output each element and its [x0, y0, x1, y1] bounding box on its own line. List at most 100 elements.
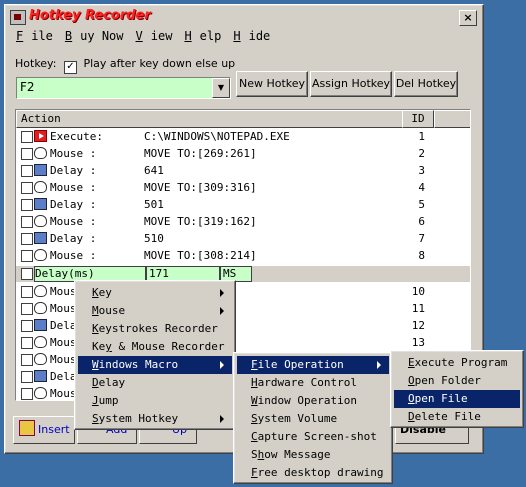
row-id: 6 — [418, 215, 425, 228]
table-row[interactable]: Mouse : MOVE TO:[319:162] 6 — [16, 213, 470, 230]
row-checkbox[interactable] — [21, 268, 33, 280]
row-value: 641 — [144, 164, 164, 177]
menu-buy-now[interactable]: Buy Now — [61, 29, 124, 43]
macro-item-window-operation[interactable]: Window Operation — [237, 392, 389, 410]
menu-help[interactable]: Help — [180, 29, 221, 43]
menu-item-label: Keystrokes Recorder — [92, 322, 218, 335]
context-item-key[interactable]: Key — [78, 284, 232, 302]
hotkey-select[interactable]: F2 ▼ — [16, 77, 231, 99]
table-row[interactable]: Delay : 501 5 — [16, 196, 470, 213]
context-item-windows-macro[interactable]: Windows Macro — [78, 356, 232, 374]
row-value: MOVE TO:[308:214] — [144, 249, 257, 262]
row-id: 13 — [411, 336, 425, 349]
row-checkbox[interactable] — [21, 233, 33, 245]
column-header-action[interactable]: Action — [16, 110, 404, 128]
row-checkbox[interactable] — [21, 165, 33, 177]
app-icon — [10, 10, 26, 25]
context-item-keystrokes-recorder[interactable]: Keystrokes Recorder — [78, 320, 232, 338]
macro-item-capture-screen-shot[interactable]: Capture Screen-shot — [237, 428, 389, 446]
file-operation-submenu: Execute Program Open Folder Open File Delet… — [390, 350, 524, 428]
menu-item-label: Capture Screen-shot — [251, 430, 377, 443]
menu-item-label: System Hotkey — [92, 412, 179, 425]
row-checkbox[interactable] — [21, 250, 33, 262]
context-item-delay[interactable]: Delay — [78, 374, 232, 392]
file-op-item-execute-program[interactable]: Execute Program — [394, 354, 520, 372]
row-checkbox[interactable] — [21, 286, 33, 298]
row-checkbox[interactable] — [21, 199, 33, 211]
chevron-right-icon — [220, 307, 224, 315]
del-hotkey-button[interactable]: Del Hotkey — [394, 71, 458, 97]
macro-item-show-message[interactable]: Show Message — [237, 446, 389, 464]
play-after-checkbox[interactable]: ✓ — [63, 61, 77, 74]
menu-item-label: Hardware Control — [251, 376, 357, 389]
chevron-right-icon — [220, 415, 224, 423]
macro-item-system-volume[interactable]: System Volume — [237, 410, 389, 428]
new-hotkey-button[interactable]: New Hotkey — [236, 71, 308, 97]
assign-hotkey-button[interactable]: Assign Hotkey — [310, 71, 392, 97]
row-id: 5 — [418, 198, 425, 211]
menu-bar: File Buy Now View Help Hide — [8, 29, 278, 47]
chevron-right-icon — [220, 289, 224, 297]
file-op-item-open-folder[interactable]: Open Folder — [394, 372, 520, 390]
row-id: 11 — [411, 302, 425, 315]
row-value: 510 — [144, 232, 164, 245]
menu-item-label: Mouse — [92, 304, 126, 317]
window-title: Hotkey Recorder — [29, 8, 151, 23]
row-checkbox[interactable] — [21, 182, 33, 194]
play-after-label: Play after key down else up — [83, 57, 236, 70]
table-row[interactable]: Mouse : MOVE TO:[269:261] 2 — [16, 145, 470, 162]
execute-icon — [34, 130, 47, 142]
row-checkbox[interactable] — [21, 354, 33, 366]
menu-item-label: Free desktop drawing — [251, 466, 384, 479]
menu-hide[interactable]: Hide — [229, 29, 270, 43]
menu-item-label: Delete File — [408, 410, 481, 423]
row-checkbox[interactable] — [21, 216, 33, 228]
hotkey-row: Hotkey: ✓ Play after key down else up — [15, 57, 235, 74]
row-checkbox[interactable] — [21, 388, 33, 400]
row-type: Execute: — [50, 130, 103, 143]
table-row[interactable]: Mouse : MOVE TO:[308:214] 8 — [16, 247, 470, 264]
mouse-icon — [34, 387, 47, 399]
title-bar[interactable]: Hotkey Recorder × — [8, 8, 480, 26]
context-item-mouse[interactable]: Mouse — [78, 302, 232, 320]
row-checkbox[interactable] — [21, 371, 33, 383]
menu-item-label: Delay — [92, 376, 126, 389]
row-checkbox[interactable] — [21, 131, 33, 143]
macro-item-hardware-control[interactable]: Hardware Control — [237, 374, 389, 392]
macro-item-free-desktop-drawing[interactable]: Free desktop drawing — [237, 464, 389, 482]
context-item-key-mouse-recorder[interactable]: Key & Mouse Recorder — [78, 338, 232, 356]
context-item-system-hotkey[interactable]: System Hotkey — [78, 410, 232, 428]
insert-button[interactable]: Insert — [13, 416, 75, 444]
context-item-jump[interactable]: Jump — [78, 392, 232, 410]
row-checkbox[interactable] — [21, 303, 33, 315]
hotkey-label: Hotkey: — [15, 57, 57, 70]
row-value: MOVE TO:[319:162] — [144, 215, 257, 228]
context-menu: Key Mouse Keystrokes Recorder Key & Mouse R… — [74, 280, 236, 430]
delay-icon — [34, 198, 47, 210]
column-header-id[interactable]: ID — [402, 110, 434, 128]
table-row[interactable]: Mouse : MOVE TO:[309:316] 4 — [16, 179, 470, 196]
macro-item-file-operation[interactable]: File Operation — [237, 356, 389, 374]
file-op-item-open-file[interactable]: Open File — [394, 390, 520, 408]
delay-icon — [34, 319, 47, 331]
dropdown-arrow-icon[interactable]: ▼ — [212, 78, 230, 98]
row-value: MOVE TO:[309:316] — [144, 181, 257, 194]
row-type: Mouse : — [50, 249, 97, 262]
chevron-right-icon — [220, 361, 224, 369]
file-op-item-delete-file[interactable]: Delete File — [394, 408, 520, 426]
row-checkbox[interactable] — [21, 320, 33, 332]
row-checkbox[interactable] — [21, 148, 33, 160]
close-button[interactable]: × — [459, 10, 477, 26]
row-id: 12 — [411, 319, 425, 332]
row-value: MOVE TO:[269:261] — [144, 147, 257, 160]
table-row[interactable]: Delay : 510 7 — [16, 230, 470, 247]
table-row[interactable]: Execute: C:\WINDOWS\NOTEPAD.EXE 1 — [16, 128, 470, 145]
table-row[interactable]: Delay : 641 3 — [16, 162, 470, 179]
row-type: Mouse : — [50, 215, 97, 228]
menu-item-label: Show Message — [251, 448, 331, 461]
menu-item-label: Windows Macro — [92, 358, 179, 371]
menu-file[interactable]: File — [12, 29, 53, 43]
mouse-icon — [34, 285, 47, 297]
menu-view[interactable]: View — [132, 29, 173, 43]
row-checkbox[interactable] — [21, 337, 33, 349]
